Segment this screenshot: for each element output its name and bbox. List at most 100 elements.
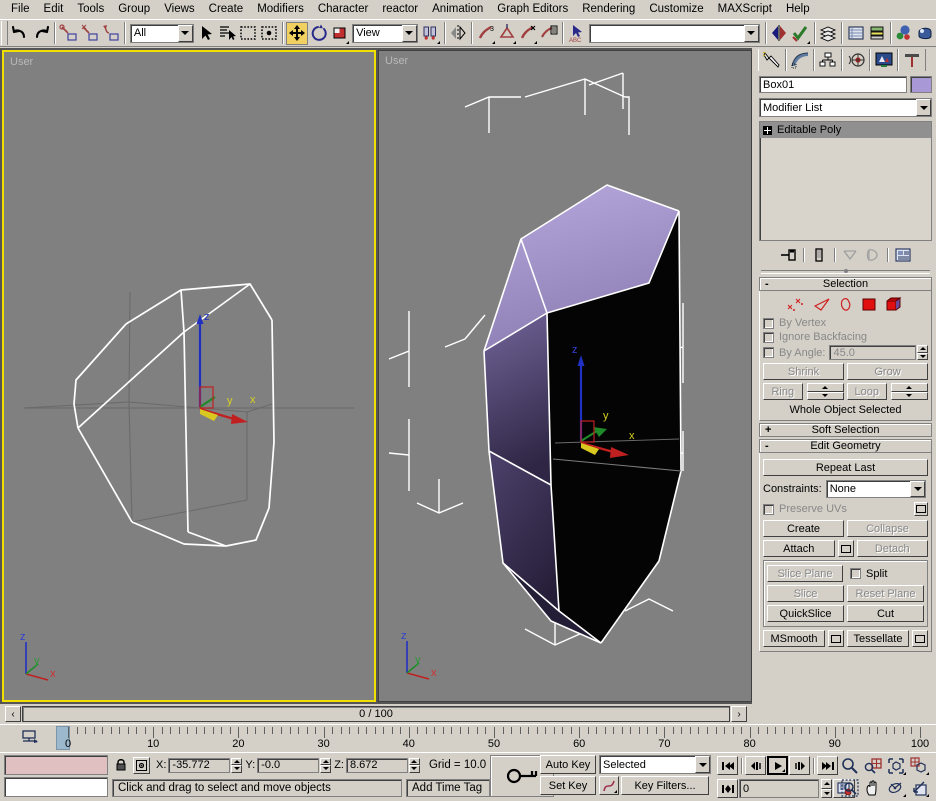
use-pivot-point-center-icon[interactable] xyxy=(419,21,441,45)
select-object-icon[interactable] xyxy=(195,21,217,45)
key-filters-button[interactable]: Key Filters... xyxy=(621,776,709,795)
viewport-right-user[interactable]: User z y x z x y xyxy=(378,50,752,702)
rollout-edit-geometry-header[interactable]: - Edit Geometry xyxy=(759,439,932,453)
viewport-left-user[interactable]: User z y x z x y xyxy=(2,50,376,702)
schematic-view-icon[interactable] xyxy=(866,21,888,45)
selection-filter-combo[interactable]: All xyxy=(129,23,194,43)
collapse-button[interactable]: Collapse xyxy=(847,520,928,537)
menu-item-character[interactable]: Character xyxy=(311,1,376,17)
window-crossing-selection-icon[interactable] xyxy=(258,21,280,45)
menu-item-group[interactable]: Group xyxy=(111,1,157,17)
chevron-down-icon-2[interactable] xyxy=(401,24,417,42)
by-vertex-row[interactable]: By Vertex xyxy=(763,317,928,329)
configure-sets-icon[interactable] xyxy=(892,245,914,265)
next-frame-arrow[interactable]: › xyxy=(731,706,747,722)
arc-rotate-icon[interactable] xyxy=(884,777,907,798)
next-frame-icon[interactable] xyxy=(789,756,810,775)
modifier-stack-list[interactable]: Editable Poly xyxy=(759,121,932,241)
material-editor-icon[interactable] xyxy=(894,21,915,45)
by-angle-field[interactable]: 45.0 xyxy=(829,345,916,360)
grow-button[interactable]: Grow xyxy=(847,363,928,380)
object-color-swatch[interactable] xyxy=(910,76,932,93)
modifier-stack-item-editable-poly[interactable]: Editable Poly xyxy=(760,122,931,138)
menu-item-rendering[interactable]: Rendering xyxy=(575,1,642,17)
menu-item-views[interactable]: Views xyxy=(157,1,201,17)
named-selection-sets-icon[interactable]: ABC xyxy=(565,21,587,45)
menu-item-create[interactable]: Create xyxy=(202,1,251,17)
element-icon[interactable] xyxy=(885,297,904,312)
y-coordinate-field[interactable]: -0.0 xyxy=(257,757,320,773)
lock-selection-icon[interactable] xyxy=(112,756,130,775)
border-icon[interactable] xyxy=(839,297,854,312)
zoom-extents-all-icon[interactable] xyxy=(907,755,930,776)
normal-align-icon[interactable] xyxy=(496,21,518,45)
select-and-move-icon[interactable] xyxy=(286,21,309,45)
current-frame-field[interactable]: 0 xyxy=(739,779,819,798)
menu-item-modifiers[interactable]: Modifiers xyxy=(250,1,311,17)
chevron-down-icon-constraints[interactable] xyxy=(910,481,925,497)
align-icon[interactable]: 3 xyxy=(475,21,497,45)
redo-icon[interactable] xyxy=(30,21,52,45)
split-checkbox[interactable] xyxy=(850,568,861,579)
utilities-tab-icon[interactable] xyxy=(898,49,926,71)
place-highlight-icon[interactable] xyxy=(517,21,539,45)
menu-item-help[interactable]: Help xyxy=(779,1,817,17)
ring-spinner[interactable] xyxy=(806,383,844,400)
named-selection-combo[interactable] xyxy=(588,23,760,43)
select-and-rotate-icon[interactable] xyxy=(308,21,330,45)
undo-icon[interactable] xyxy=(9,21,31,45)
select-by-name-icon[interactable] xyxy=(216,21,238,45)
by-vertex-checkbox[interactable] xyxy=(763,317,774,329)
by-angle-checkbox[interactable] xyxy=(763,347,774,358)
preserve-uvs-checkbox[interactable] xyxy=(763,503,774,515)
remove-modifier-icon[interactable] xyxy=(861,245,883,265)
rollout-selection-header[interactable]: - Selection xyxy=(759,277,932,291)
cut-button[interactable]: Cut xyxy=(847,605,924,622)
maximize-viewport-icon[interactable] xyxy=(907,777,930,798)
preserve-uvs-settings-icon[interactable] xyxy=(914,502,928,516)
zoom-region-icon[interactable] xyxy=(838,777,861,798)
zoom-icon[interactable] xyxy=(838,755,861,776)
x-spinner[interactable] xyxy=(231,757,243,773)
hierarchy-tab-icon[interactable] xyxy=(814,49,842,71)
shrink-button[interactable]: Shrink xyxy=(763,363,844,380)
show-end-result-icon[interactable] xyxy=(808,245,830,265)
chevron-down-icon-modifier[interactable] xyxy=(916,99,931,116)
zoom-all-icon[interactable] xyxy=(861,755,884,776)
prev-frame-icon[interactable] xyxy=(745,756,766,775)
loop-spinner[interactable] xyxy=(890,383,928,400)
rectangular-selection-region-icon[interactable] xyxy=(237,21,259,45)
vertex-icon[interactable] xyxy=(787,297,806,312)
expand-icon[interactable] xyxy=(763,125,772,135)
set-key-button[interactable]: Set Key xyxy=(540,776,596,795)
msmooth-settings-icon[interactable] xyxy=(828,630,844,647)
viewport-left-label[interactable]: User xyxy=(10,56,33,68)
rollout-soft-selection-header[interactable]: + Soft Selection xyxy=(759,423,932,437)
current-frame-display[interactable]: 0 / 100 xyxy=(22,706,730,722)
chevron-down-icon-keymode[interactable] xyxy=(695,756,710,773)
key-curve-icon[interactable] xyxy=(599,776,619,795)
maxscript-mini-listener-white[interactable] xyxy=(4,777,108,797)
display-tab-icon[interactable] xyxy=(870,49,898,71)
menu-item-customize[interactable]: Customize xyxy=(642,1,710,17)
menu-item-reactor[interactable]: reactor xyxy=(375,1,425,17)
loop-button[interactable]: Loop xyxy=(847,383,887,400)
select-and-link-icon[interactable] xyxy=(58,21,80,45)
mirror-icon[interactable] xyxy=(447,21,469,45)
z-coordinate-field[interactable]: 8.672 xyxy=(345,757,408,773)
add-time-tag-button[interactable]: Add Time Tag xyxy=(406,778,490,797)
detach-button[interactable]: Detach xyxy=(856,540,928,557)
constraints-combo[interactable]: None xyxy=(825,480,926,498)
make-unique-icon[interactable] xyxy=(839,245,861,265)
auto-key-button[interactable]: Auto Key xyxy=(540,755,596,774)
reset-plane-button[interactable]: Reset Plane xyxy=(847,585,924,602)
mirror-geometry-icon[interactable] xyxy=(768,21,790,45)
layer-manager-icon[interactable] xyxy=(817,21,839,45)
bind-to-spacewarp-icon[interactable] xyxy=(100,21,121,45)
z-spinner[interactable] xyxy=(408,757,420,773)
tessellate-button[interactable]: Tessellate xyxy=(847,630,909,647)
slice-plane-button[interactable]: Slice Plane xyxy=(767,565,843,582)
edge-icon[interactable] xyxy=(813,297,832,312)
menu-item-tools[interactable]: Tools xyxy=(70,1,111,17)
by-angle-row[interactable]: By Angle: 45.0 xyxy=(763,345,928,360)
